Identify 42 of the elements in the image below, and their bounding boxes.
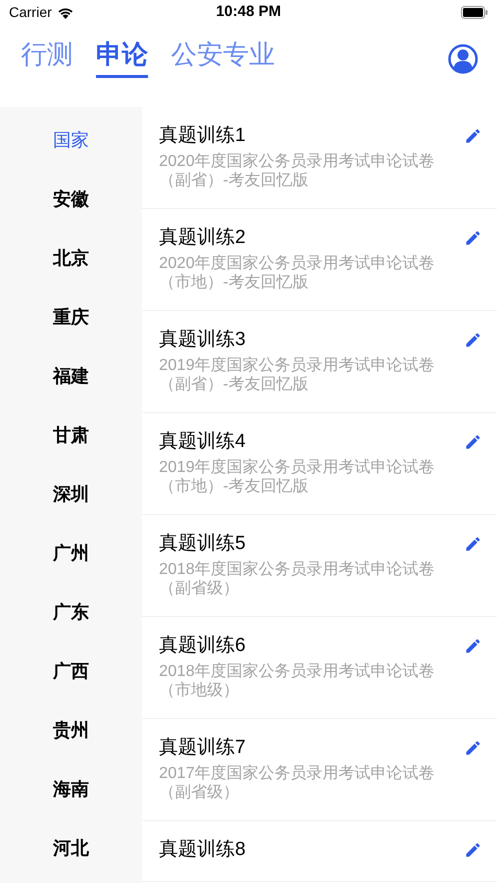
pencil-icon[interactable] — [464, 535, 482, 553]
paper-title: 真题训练7 — [159, 736, 246, 760]
pencil-icon[interactable] — [464, 331, 482, 349]
region-item[interactable]: 北京 — [53, 245, 89, 272]
paper-title: 真题训练5 — [159, 532, 246, 556]
region-item[interactable]: 福建 — [53, 363, 89, 390]
paper-title: 真题训练6 — [159, 634, 246, 658]
region-item[interactable]: 甘肃 — [53, 422, 89, 449]
paper-description: 2019年度国家公务员录用考试申论试卷（副省）-考友回忆版 — [159, 356, 436, 394]
tab[interactable]: 申论 — [96, 39, 148, 78]
region-item[interactable]: 广州 — [53, 540, 89, 567]
paper-title: 真题训练8 — [159, 838, 246, 862]
paper-title: 真题训练1 — [159, 124, 246, 148]
region-item[interactable]: 广西 — [53, 658, 89, 685]
user-avatar-icon[interactable] — [448, 44, 478, 74]
paper-description: 2020年度国家公务员录用考试申论试卷（副省）-考友回忆版 — [159, 152, 436, 190]
paper-description: 2018年度国家公务员录用考试申论试卷（市地级） — [159, 662, 436, 700]
paper-title: 真题训练2 — [159, 226, 246, 250]
pencil-icon[interactable] — [464, 637, 482, 655]
carrier-label: Carrier — [9, 3, 52, 22]
paper-description: 2018年度国家公务员录用考试申论试卷（副省级） — [159, 560, 436, 598]
wifi-icon — [56, 6, 74, 18]
region-item[interactable]: 重庆 — [53, 304, 89, 331]
pencil-icon[interactable] — [464, 433, 482, 451]
pencil-icon[interactable] — [464, 739, 482, 757]
clock-time: 10:48 PM — [216, 2, 282, 22]
paper-title: 真题训练3 — [159, 328, 246, 352]
paper-title: 真题训练4 — [159, 430, 246, 454]
battery-icon — [461, 6, 488, 19]
paper-description: 2019年度国家公务员录用考试申论试卷（市地）-考友回忆版 — [159, 458, 436, 496]
pencil-icon[interactable] — [464, 229, 482, 247]
paper-description: 2020年度国家公务员录用考试申论试卷（市地）-考友回忆版 — [159, 254, 436, 292]
region-item[interactable]: 贵州 — [53, 717, 89, 744]
region-item[interactable]: 深圳 — [53, 481, 89, 508]
paper-description: 2017年度国家公务员录用考试申论试卷（副省级） — [159, 764, 436, 802]
region-item[interactable]: 安徽 — [53, 186, 89, 213]
region-item[interactable]: 国家 — [53, 127, 89, 154]
pencil-icon[interactable] — [464, 841, 482, 859]
region-item[interactable]: 海南 — [53, 776, 89, 803]
region-item[interactable]: 河北 — [53, 835, 89, 862]
region-item[interactable]: 广东 — [53, 599, 89, 626]
pencil-icon[interactable] — [464, 127, 482, 145]
